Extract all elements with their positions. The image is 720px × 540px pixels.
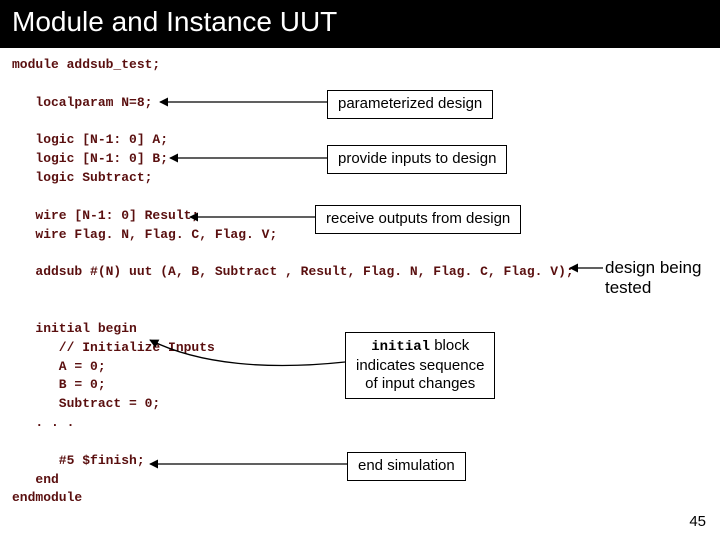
code-line: . . . (12, 415, 74, 430)
callout-endsim: end simulation (347, 452, 466, 481)
slide-title: Module and Instance UUT (0, 0, 720, 48)
callout-inputs: provide inputs to design (327, 145, 507, 174)
callout-initial-keyword: initial (371, 339, 430, 355)
code-line: wire Flag. N, Flag. C, Flag. V; (12, 227, 277, 242)
code-line: end (12, 472, 59, 487)
code-line: addsub #(N) uut (A, B, Subtract , Result… (12, 264, 574, 279)
page-number: 45 (689, 513, 706, 530)
code-line: logic Subtract; (12, 170, 152, 185)
callout-initial: initial block indicates sequence of inpu… (345, 332, 495, 399)
code-line: module addsub_test; (12, 57, 160, 72)
code-line: initial begin (12, 321, 137, 336)
code-line: localparam N=8; (12, 95, 152, 110)
code-line: // Initialize Inputs (12, 340, 215, 355)
callout-outputs: receive outputs from design (315, 205, 521, 234)
code-line: B = 0; (12, 377, 106, 392)
code-line: wire [N-1: 0] Result; (12, 208, 199, 223)
code-line: endmodule (12, 490, 82, 505)
code-line: Subtract = 0; (12, 396, 160, 411)
code-line: logic [N-1: 0] B; (12, 151, 168, 166)
code-line: #5 $finish; (12, 453, 145, 468)
code-line: A = 0; (12, 359, 106, 374)
side-label-design-tested: design being tested (605, 258, 701, 299)
callout-parameterized: parameterized design (327, 90, 493, 119)
code-line: logic [N-1: 0] A; (12, 132, 168, 147)
